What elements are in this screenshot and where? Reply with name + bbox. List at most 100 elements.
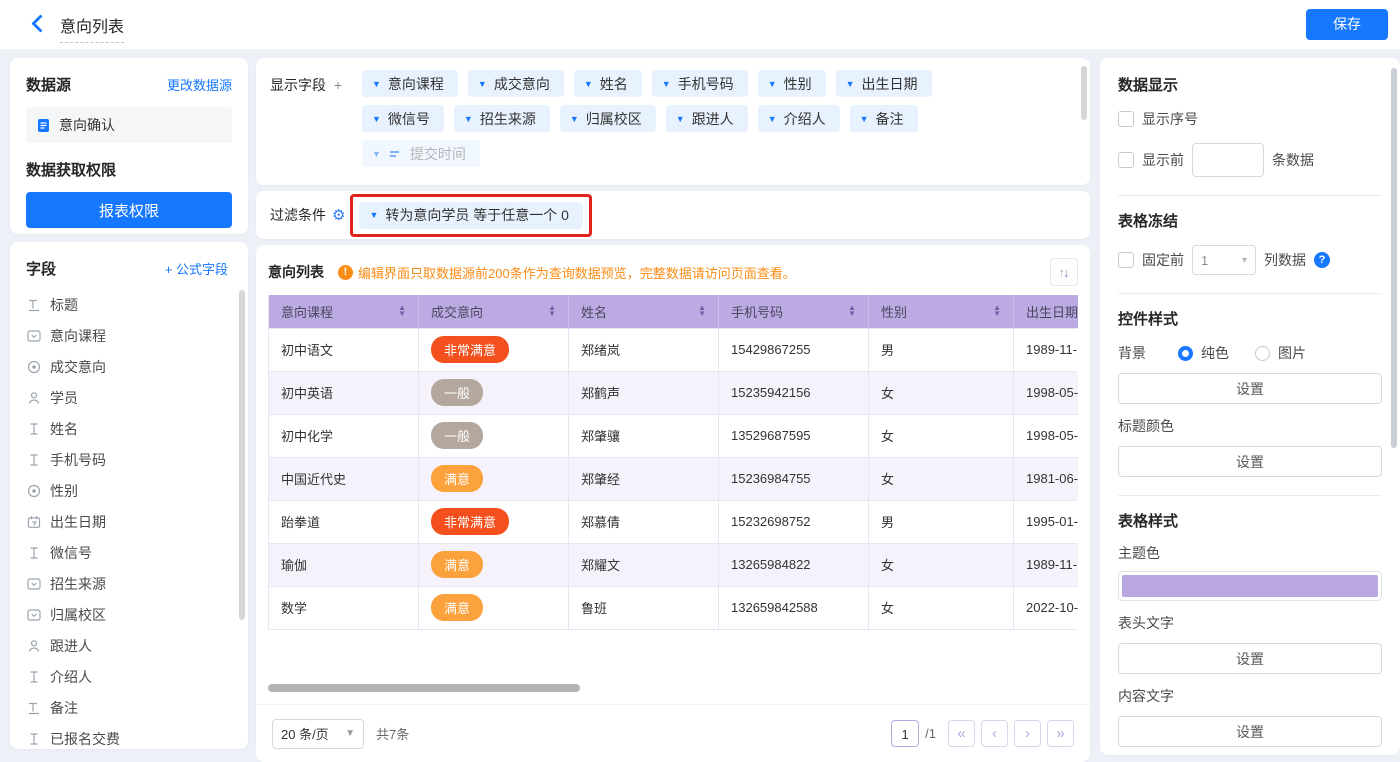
field-item[interactable]: 归属校区 — [26, 599, 238, 630]
fields-scrollbar[interactable] — [239, 290, 245, 620]
display-field-chip[interactable]: ▼跟进人 — [666, 105, 748, 132]
fields-title: 字段 — [26, 258, 56, 279]
show-index-checkbox[interactable] — [1118, 111, 1134, 127]
sort-arrows-icon[interactable]: ▲▼ — [993, 305, 1001, 317]
field-item[interactable]: 意向课程 — [26, 320, 238, 351]
sort-arrows-icon[interactable]: ▲▼ — [848, 305, 856, 317]
table-row: 初中化学一般郑肇骧13529687595女1998-05- — [269, 414, 1079, 457]
chip-label: 跟进人 — [692, 109, 734, 129]
cell-birth: 1995-01- — [1014, 500, 1079, 543]
page-size-select[interactable]: 20 条/页▼ — [272, 719, 364, 749]
display-field-chip[interactable]: ▼姓名 — [574, 70, 642, 97]
content-text-set-button[interactable]: 设置 — [1118, 716, 1382, 747]
display-field-chips: ▼意向课程▼成交意向▼姓名▼手机号码▼性别▼出生日期▼微信号▼招生来源▼归属校区… — [362, 70, 1076, 175]
header-text-set-button[interactable]: 设置 — [1118, 643, 1382, 674]
table-header-row: 意向课程▲▼成交意向▲▼姓名▲▼手机号码▲▼性别▲▼出生日期▲▼ — [269, 295, 1079, 328]
image-radio[interactable] — [1255, 346, 1270, 361]
display-field-chip[interactable]: ▼备注 — [850, 105, 918, 132]
display-fields-scrollbar[interactable] — [1081, 66, 1087, 120]
column-header[interactable]: 性别▲▼ — [869, 295, 1014, 328]
show-first-prefix: 显示前 — [1142, 150, 1184, 170]
title-icon — [26, 700, 41, 715]
field-item[interactable]: 出生日期 — [26, 506, 238, 537]
display-field-chip[interactable]: ▼归属校区 — [560, 105, 656, 132]
change-datasource-link[interactable]: 更改数据源 — [167, 75, 232, 94]
field-item[interactable]: 手机号码 — [26, 444, 238, 475]
display-field-chip[interactable]: ▼意向课程 — [362, 70, 458, 97]
datasource-title: 数据源 — [26, 74, 71, 95]
cell-intent: 满意 — [419, 457, 569, 500]
add-formula-field-link[interactable]: + 公式字段 — [165, 259, 228, 278]
chevron-down-icon: ▼ — [570, 114, 579, 124]
sort-arrows-icon[interactable]: ▲▼ — [398, 305, 406, 317]
show-first-count-input[interactable] — [1192, 143, 1264, 177]
field-item[interactable]: 姓名 — [26, 413, 238, 444]
settings-scrollbar[interactable] — [1391, 68, 1397, 448]
display-field-chip[interactable]: ▼出生日期 — [836, 70, 932, 97]
help-icon[interactable]: ? — [1314, 252, 1330, 268]
solid-color-label: 纯色 — [1201, 343, 1229, 363]
column-header[interactable]: 姓名▲▼ — [569, 295, 719, 328]
next-page-button[interactable]: › — [1014, 720, 1041, 747]
date-icon — [26, 514, 41, 529]
column-header[interactable]: 手机号码▲▼ — [719, 295, 869, 328]
field-item-label: 已报名交费 — [50, 729, 120, 749]
display-field-chip[interactable]: ▼招生来源 — [454, 105, 550, 132]
selected-datasource-label: 意向确认 — [59, 115, 115, 135]
freeze-count-select[interactable]: 1▾ — [1192, 245, 1256, 275]
page-number-input[interactable]: 1 — [891, 720, 919, 747]
cell-name: 鲁班 — [569, 586, 719, 629]
theme-color-swatch[interactable] — [1118, 571, 1382, 601]
filter-condition-chip[interactable]: ▼ 转为意向学员 等于任意一个 0 — [359, 202, 583, 229]
sort-arrows-icon[interactable]: ▲▼ — [698, 305, 706, 317]
data-display-title: 数据显示 — [1118, 74, 1382, 95]
show-first-checkbox[interactable] — [1118, 152, 1134, 168]
chevron-down-icon: ▼ — [464, 114, 473, 124]
field-item[interactable]: 学员 — [26, 382, 238, 413]
field-item[interactable]: 标题 — [26, 289, 238, 320]
add-display-field-button[interactable]: + — [334, 77, 342, 93]
sort-order-button[interactable]: ↑↓ — [1050, 258, 1078, 286]
column-header[interactable]: 出生日期▲▼ — [1014, 295, 1079, 328]
first-page-button[interactable]: « — [948, 720, 975, 747]
field-item[interactable]: 跟进人 — [26, 630, 238, 661]
cell-birth: 1998-05- — [1014, 371, 1079, 414]
field-item[interactable]: 性别 — [26, 475, 238, 506]
save-button[interactable]: 保存 — [1306, 9, 1388, 40]
cell-gender: 女 — [869, 414, 1014, 457]
horizontal-scrollbar[interactable] — [268, 684, 1078, 692]
display-field-chip[interactable]: ▼性别 — [758, 70, 826, 97]
background-set-button[interactable]: 设置 — [1118, 373, 1382, 404]
display-field-chip[interactable]: ▼成交意向 — [468, 70, 564, 97]
selected-datasource[interactable]: 意向确认 — [26, 107, 232, 143]
solid-color-radio[interactable] — [1178, 346, 1193, 361]
field-item[interactable]: 已报名交费 — [26, 723, 238, 749]
field-item[interactable]: 备注 — [26, 692, 238, 723]
column-header[interactable]: 成交意向 ▲▼ — [419, 295, 569, 328]
cell-intent: 一般 — [419, 371, 569, 414]
display-field-chip[interactable]: ▼手机号码 — [652, 70, 748, 97]
cell-gender: 女 — [869, 586, 1014, 629]
display-field-chip-disabled[interactable]: ▼提交时间 — [362, 140, 480, 167]
sort-arrows-icon[interactable]: ▲▼ — [548, 305, 556, 317]
report-permission-button[interactable]: 报表权限 — [26, 192, 232, 228]
field-item[interactable]: 介绍人 — [26, 661, 238, 692]
title-color-set-button[interactable]: 设置 — [1118, 446, 1382, 477]
chip-label: 姓名 — [600, 74, 628, 94]
last-page-button[interactable]: » — [1047, 720, 1074, 747]
column-header[interactable]: 意向课程▲▼ — [269, 295, 419, 328]
field-item[interactable]: 招生来源 — [26, 568, 238, 599]
freeze-checkbox[interactable] — [1118, 252, 1134, 268]
back-icon[interactable] — [28, 14, 48, 34]
display-field-chip[interactable]: ▼介绍人 — [758, 105, 840, 132]
gear-icon[interactable]: ⚙ — [332, 206, 345, 224]
table-warning: ! 编辑界面只取数据源前200条作为查询数据预览，完整数据请访问页面查看。 — [338, 263, 1050, 282]
cell-name: 郑肇骧 — [569, 414, 719, 457]
field-item[interactable]: 成交意向 — [26, 351, 238, 382]
field-item[interactable]: 微信号 — [26, 537, 238, 568]
prev-page-button[interactable]: ‹ — [981, 720, 1008, 747]
page-title[interactable]: 意向列表 — [60, 13, 124, 43]
column-header-label: 成交意向 — [431, 302, 483, 321]
chip-label: 性别 — [784, 74, 812, 94]
display-field-chip[interactable]: ▼微信号 — [362, 105, 444, 132]
